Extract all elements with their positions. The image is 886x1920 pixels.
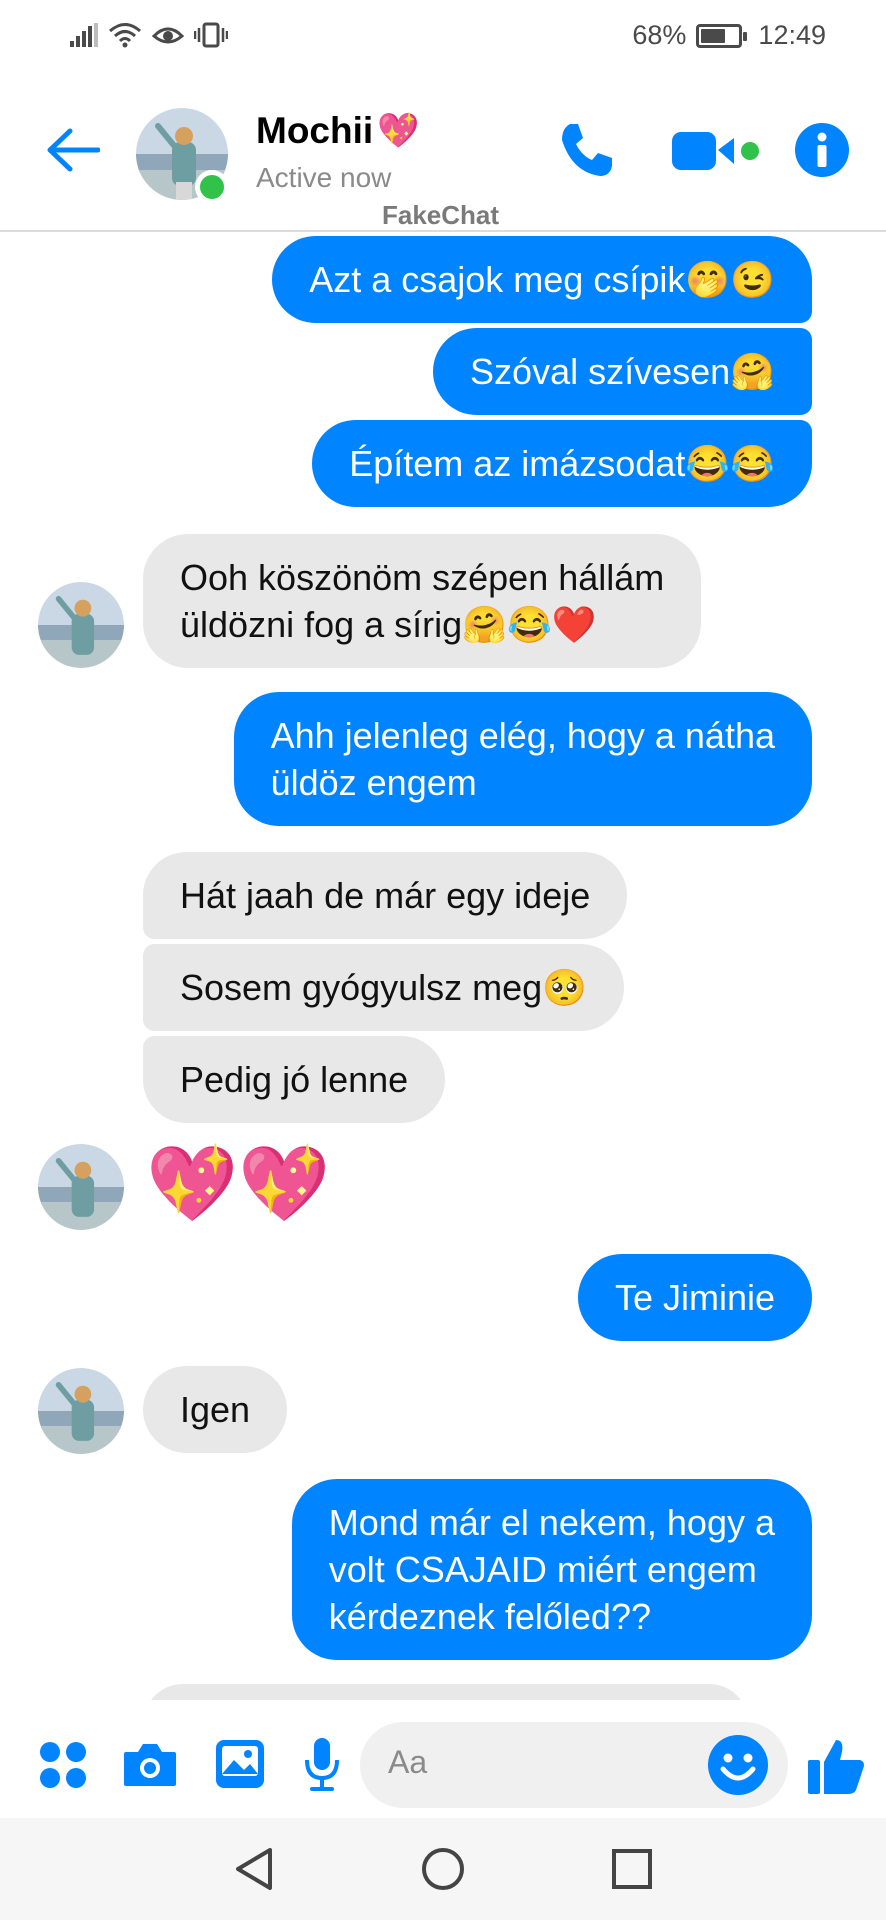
back-arrow-icon[interactable] [46,128,100,172]
received-message[interactable]: Hát jaah de már egy ideje [143,852,628,939]
emoji-message[interactable]: 💖💖 [146,1136,330,1232]
online-indicator [195,170,229,204]
sent-message[interactable]: Ahh jelenleg elég, hogy a nátha üldöz en… [233,692,812,826]
recents-square-icon[interactable] [610,1846,654,1892]
vibrate-icon [194,22,228,48]
sparkling-heart-emoji: 💖 [377,112,420,150]
microphone-icon[interactable] [302,1736,342,1792]
battery-icon [696,23,748,48]
status-icons-right: 68% 12:49 [632,20,826,51]
received-message[interactable]: Pedig jó lenne [143,1036,446,1123]
sent-message[interactable]: Mond már el nekem, hogy a volt CSAJAID m… [291,1479,812,1660]
message-input[interactable]: Aa [360,1722,788,1808]
battery-percent: 68% [632,20,687,50]
watermark: FakeChat [382,200,500,230]
thumbs-up-icon[interactable] [806,1736,866,1796]
active-status: Active now [256,162,392,193]
gallery-icon[interactable] [214,1738,266,1790]
received-message[interactable]: Igen [143,1366,288,1453]
composer-bar: Aa [0,1700,886,1810]
sent-message[interactable]: Szóval szívesen🤗 [433,328,812,415]
camera-icon[interactable] [122,1740,178,1788]
status-bar: 68% 12:49 [0,0,886,80]
received-message[interactable]: Sosem gyógyulsz meg🥺 [143,944,624,1031]
menu-dots-icon[interactable] [38,1740,88,1790]
phone-call-icon[interactable] [556,120,616,180]
chat-header: Mochii 💖 Active now FakeChat [0,90,886,232]
received-message[interactable]: Ooh köszönöm szépen hállám üldözni fog a… [143,534,702,668]
system-nav-bar [0,1818,886,1920]
clock: 12:49 [758,20,826,50]
contact-name[interactable]: Mochii 💖 [256,110,420,152]
sent-message[interactable]: Azt a csajok meg csípik🤭😉 [272,236,812,323]
wifi-icon [109,23,141,48]
message-input-placeholder: Aa [388,1744,428,1780]
sent-message[interactable]: Te Jiminie [577,1254,812,1341]
contact-avatar-small[interactable] [38,1368,124,1454]
info-icon[interactable] [794,122,850,178]
back-triangle-icon[interactable] [232,1846,276,1892]
home-circle-icon[interactable] [420,1846,466,1892]
status-icons-left [70,22,228,48]
emoji-icon[interactable] [706,1733,770,1797]
contact-avatar-small[interactable] [38,1144,124,1230]
signal-icon [70,23,98,47]
contact-avatar-small[interactable] [38,582,124,668]
video-call-icon[interactable] [670,128,760,174]
eye-comfort-icon [152,27,184,44]
sent-message[interactable]: Építem az imázsodat😂😂 [312,420,812,507]
